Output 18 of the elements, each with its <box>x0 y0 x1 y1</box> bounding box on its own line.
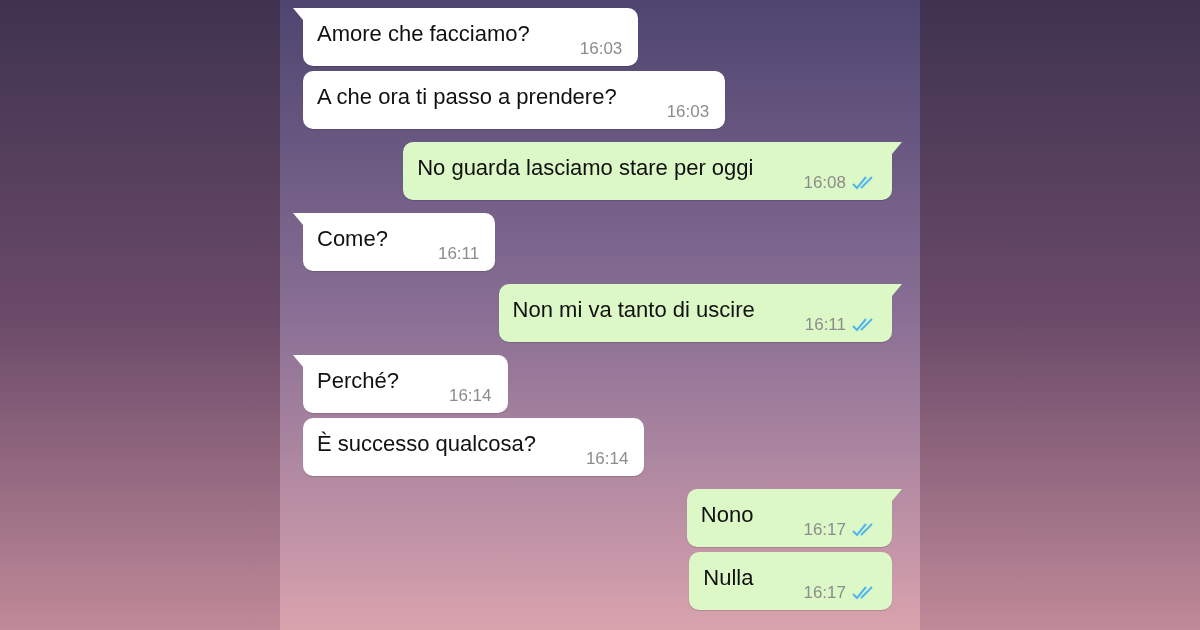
message-time: 16:03 <box>579 38 623 60</box>
message-time: 16:14 <box>585 448 629 470</box>
message-text: Perché? <box>317 367 399 395</box>
message-time: 16:08 <box>803 172 846 194</box>
message-text: È successo qualcosa? <box>317 430 536 458</box>
message-time: 16:17 <box>803 582 846 604</box>
message-text: Nulla <box>703 564 754 592</box>
message-time: 16:17 <box>803 519 846 541</box>
message-text: No guarda lasciamo stare per oggi <box>417 154 754 182</box>
message-text: A che ora ti passo a prendere? <box>317 83 617 111</box>
message-text: Come? <box>317 225 388 253</box>
message-time: 16:03 <box>666 101 710 123</box>
message-text: Amore che facciamo? <box>317 20 530 48</box>
message-time: 16:11 <box>437 243 480 265</box>
message-time: 16:14 <box>448 385 492 407</box>
message-text: Nono <box>700 501 754 529</box>
message-time: 16:11 <box>804 314 846 336</box>
message-text: Non mi va tanto di uscire <box>512 296 755 324</box>
